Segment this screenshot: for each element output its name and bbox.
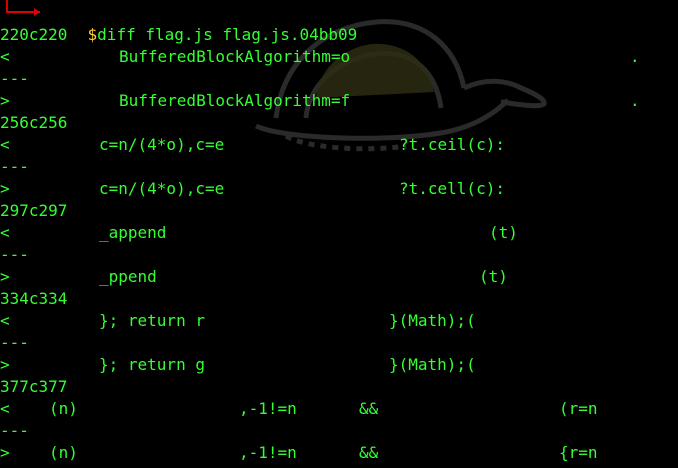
terminal-window[interactable]: $diff flag.js flag.js.04bb09 220c220 < B…	[0, 0, 678, 468]
diff-old-line: < BufferedBlockAlgorithm=o .	[0, 46, 678, 68]
diff-code: BufferedBlockAlgorithm=o	[119, 47, 351, 66]
diff-new-line: > BufferedBlockAlgorithm=f .	[0, 90, 678, 112]
diff-code: .	[630, 47, 640, 66]
diff-marker: <	[0, 47, 10, 66]
diff-old-line: < _append (t)	[0, 222, 678, 244]
diff-code: ?t.cell(c):	[399, 179, 505, 198]
diff-marker: <	[0, 135, 10, 154]
diff-code: _append	[99, 223, 167, 242]
diff-new-line: > }; return g }(Math);(	[0, 354, 678, 376]
diff-hunk-header: 377c377	[0, 377, 68, 396]
diff-separator: ---	[0, 157, 29, 176]
diff-code: .	[630, 91, 640, 110]
diff-code: {r=n	[559, 443, 598, 462]
diff-code: _ppend	[99, 267, 157, 286]
diff-code: (r=n	[559, 399, 598, 418]
diff-separator: ---	[0, 245, 29, 264]
diff-marker: >	[0, 179, 10, 198]
diff-code: c=n/(4*o),c=e	[99, 179, 225, 198]
prompt-corner-icon	[6, 0, 40, 16]
diff-marker: >	[0, 267, 10, 286]
diff-marker: <	[0, 223, 10, 242]
diff-code: ,-1!=n	[239, 443, 297, 462]
command-line: $diff flag.js flag.js.04bb09	[49, 2, 358, 44]
diff-old-line: < c=n/(4*o),c=e ?t.ceil(c):	[0, 134, 678, 156]
diff-old-line: < }; return r }(Math);(	[0, 310, 678, 332]
diff-separator: ---	[0, 421, 29, 440]
diff-marker: <	[0, 311, 10, 330]
diff-code: }(Math);(	[389, 311, 476, 330]
diff-new-line: > c=n/(4*o),c=e ?t.cell(c):	[0, 178, 678, 200]
diff-separator: ---	[0, 69, 29, 88]
diff-separator: ---	[0, 333, 29, 352]
diff-code: (t)	[479, 267, 508, 286]
diff-hunk-header: 220c220	[0, 25, 68, 44]
diff-new-line: > _ppend (t)	[0, 266, 678, 288]
diff-hunk-header: 297c297	[0, 201, 68, 220]
diff-code: BufferedBlockAlgorithm=f	[119, 91, 351, 110]
diff-code: &&	[359, 399, 379, 418]
prompt-dollar: $	[87, 25, 98, 44]
diff-code: (t)	[489, 223, 518, 242]
command-text: diff flag.js flag.js.04bb09	[97, 25, 358, 44]
diff-code: c=n/(4*o),c=e	[99, 135, 225, 154]
diff-marker: >	[0, 355, 10, 374]
diff-hunk-header: 334c334	[0, 289, 68, 308]
diff-code: ?t.ceil(c):	[399, 135, 505, 154]
diff-code: &&	[359, 443, 379, 462]
diff-marker: <	[0, 399, 10, 418]
diff-code: (n)	[49, 443, 78, 462]
diff-hunk-header: 256c256	[0, 113, 68, 132]
diff-marker: >	[0, 91, 10, 110]
diff-old-line: < (n) ,-1!=n && (r=n	[0, 398, 678, 420]
diff-code: }(Math);(	[389, 355, 476, 374]
diff-new-line: > (n) ,-1!=n && {r=n	[0, 442, 678, 464]
diff-marker: >	[0, 443, 10, 462]
diff-code: }; return g	[99, 355, 205, 374]
diff-code: }; return r	[99, 311, 205, 330]
diff-code: ,-1!=n	[239, 399, 297, 418]
diff-code: (n)	[49, 399, 78, 418]
